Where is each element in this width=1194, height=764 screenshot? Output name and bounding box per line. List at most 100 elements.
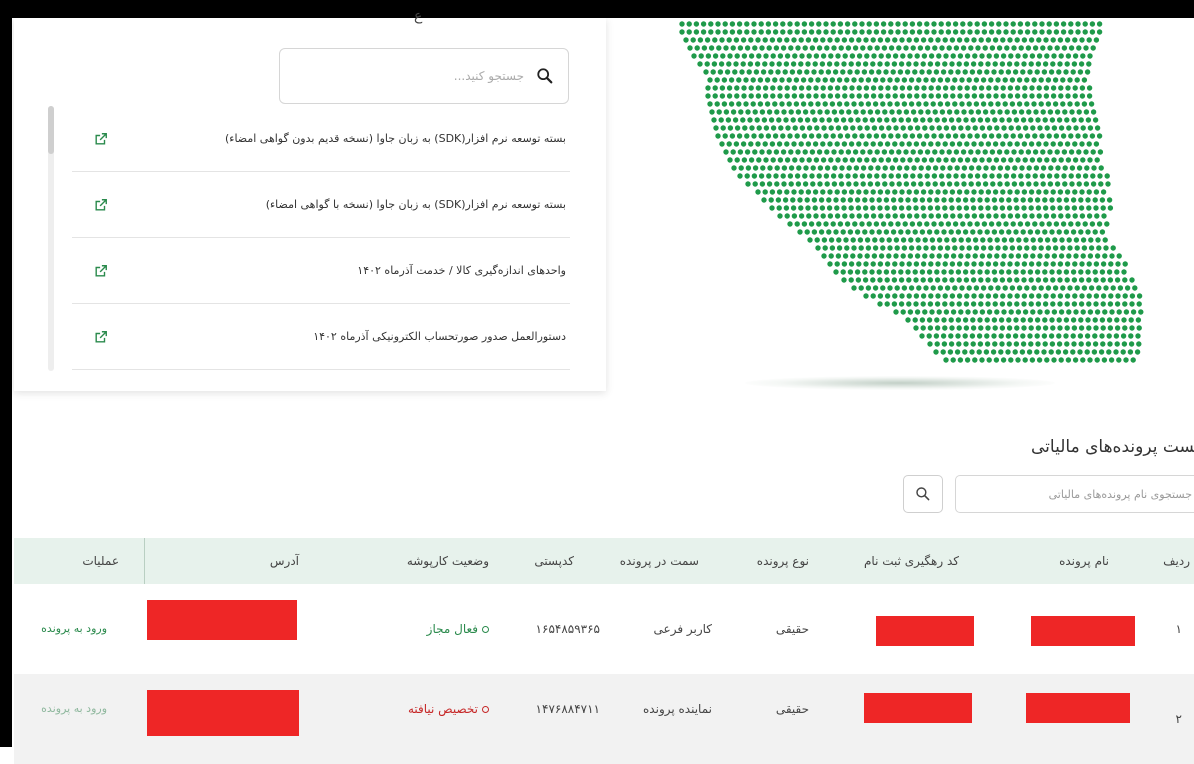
map-dot — [1054, 173, 1060, 179]
map-dot — [1011, 181, 1018, 187]
map-dot — [985, 293, 992, 299]
map-dot — [1082, 21, 1088, 27]
map-dot — [969, 333, 976, 339]
tax-files-search-button[interactable] — [903, 475, 943, 513]
map-dot — [1064, 189, 1071, 195]
map-dot — [971, 93, 978, 99]
map-dot — [798, 189, 804, 195]
map-dot — [894, 101, 900, 107]
map-dot — [1097, 149, 1104, 155]
map-dot — [1106, 349, 1112, 355]
map-dot — [928, 141, 934, 147]
tax-files-search-field[interactable] — [955, 475, 1194, 513]
map-dot — [1090, 181, 1097, 187]
map-dot — [703, 69, 709, 75]
documents-search-input[interactable] — [322, 68, 526, 84]
map-dot — [834, 261, 840, 267]
map-dot — [912, 117, 919, 123]
external-link-icon[interactable] — [94, 264, 108, 278]
map-dot — [1037, 125, 1043, 131]
map-dot — [938, 29, 944, 35]
documents-scrollbar-thumb[interactable] — [48, 106, 54, 154]
map-dot — [1090, 45, 1096, 51]
map-dot — [1078, 205, 1085, 211]
map-dot — [776, 117, 782, 123]
map-dot — [963, 61, 970, 67]
map-dot — [723, 149, 729, 155]
map-dot — [783, 117, 789, 123]
map-dot — [746, 69, 752, 75]
map-dot — [913, 301, 919, 307]
map-dot — [781, 109, 787, 115]
map-dot — [1086, 293, 1092, 299]
map-dot — [916, 285, 922, 291]
map-dot — [1024, 285, 1030, 291]
map-dot — [1015, 309, 1022, 315]
external-link-icon[interactable] — [94, 330, 108, 344]
enter-file-link[interactable]: ورود به پرونده — [41, 674, 107, 764]
map-dot — [943, 157, 949, 163]
document-label[interactable]: دستورالعمل صدور صورتحساب الکترونیکی آذرم… — [313, 330, 566, 343]
map-dot — [964, 85, 970, 91]
map-dot — [909, 133, 916, 139]
map-dot — [791, 213, 798, 219]
search-icon[interactable] — [915, 486, 931, 502]
map-dot — [816, 21, 822, 27]
map-dot — [922, 253, 928, 259]
map-dot — [1035, 205, 1042, 211]
document-label[interactable]: بسته توسعه نرم افزار(SDK) به زبان جاوا (… — [266, 198, 566, 211]
map-dot — [815, 101, 821, 107]
map-dot — [941, 229, 947, 235]
map-dot — [1079, 93, 1086, 99]
map-dot — [942, 61, 948, 67]
enter-file-link[interactable]: ورود به پرونده — [41, 584, 107, 674]
map-dot — [1032, 21, 1038, 27]
tax-files-search-input[interactable] — [956, 486, 1194, 502]
document-item[interactable]: بسته توسعه نرم افزار(SDK) به زبان جاوا (… — [72, 106, 570, 172]
map-dot — [884, 189, 891, 195]
map-dot — [781, 165, 788, 171]
external-link-icon[interactable] — [94, 198, 108, 212]
document-label[interactable]: بسته توسعه نرم افزار(SDK) به زبان جاوا (… — [225, 132, 566, 145]
map-dot — [1024, 21, 1031, 27]
search-icon[interactable] — [536, 67, 554, 85]
map-dot — [844, 221, 851, 227]
map-dot — [982, 149, 988, 155]
document-item[interactable]: بسته توسعه نرم افزار(SDK) به زبان جاوا (… — [72, 172, 570, 238]
map-dot — [852, 221, 858, 227]
map-dot — [793, 101, 800, 107]
map-dot — [1072, 213, 1078, 219]
map-dot — [1053, 221, 1060, 227]
external-link-icon[interactable] — [94, 132, 108, 146]
map-dot — [1051, 309, 1058, 315]
map-dot — [959, 285, 965, 291]
documents-search-box[interactable] — [279, 48, 569, 104]
map-dot — [777, 53, 784, 59]
document-item[interactable]: واحدهای اندازه‌گیری کالا / خدمت آذرماه ۱… — [72, 238, 570, 304]
map-dot — [972, 125, 978, 131]
map-dot — [1000, 141, 1006, 147]
map-dot — [773, 149, 780, 155]
map-dot — [1084, 349, 1090, 355]
map-dot — [1057, 61, 1063, 67]
map-dot — [888, 221, 894, 227]
map-dot — [1026, 349, 1033, 355]
map-dot — [927, 205, 934, 211]
map-dot — [747, 61, 754, 67]
documents-scrollbar[interactable] — [48, 106, 54, 371]
document-item[interactable]: دستورالعمل صدور صورتحساب الکترونیکی آذرم… — [72, 304, 570, 370]
map-dot — [1014, 141, 1020, 147]
map-dot — [826, 205, 833, 211]
map-dot — [715, 29, 721, 35]
map-dot — [901, 77, 908, 83]
map-dot — [870, 61, 876, 67]
map-dot — [885, 53, 892, 59]
map-dot — [785, 125, 791, 131]
map-dot — [890, 269, 897, 275]
document-label[interactable]: واحدهای اندازه‌گیری کالا / خدمت آذرماه ۱… — [357, 264, 566, 277]
map-dot — [1051, 357, 1057, 363]
map-dot — [772, 77, 778, 83]
map-dot — [794, 221, 800, 227]
map-dot — [970, 325, 977, 331]
map-dot — [1067, 101, 1073, 107]
